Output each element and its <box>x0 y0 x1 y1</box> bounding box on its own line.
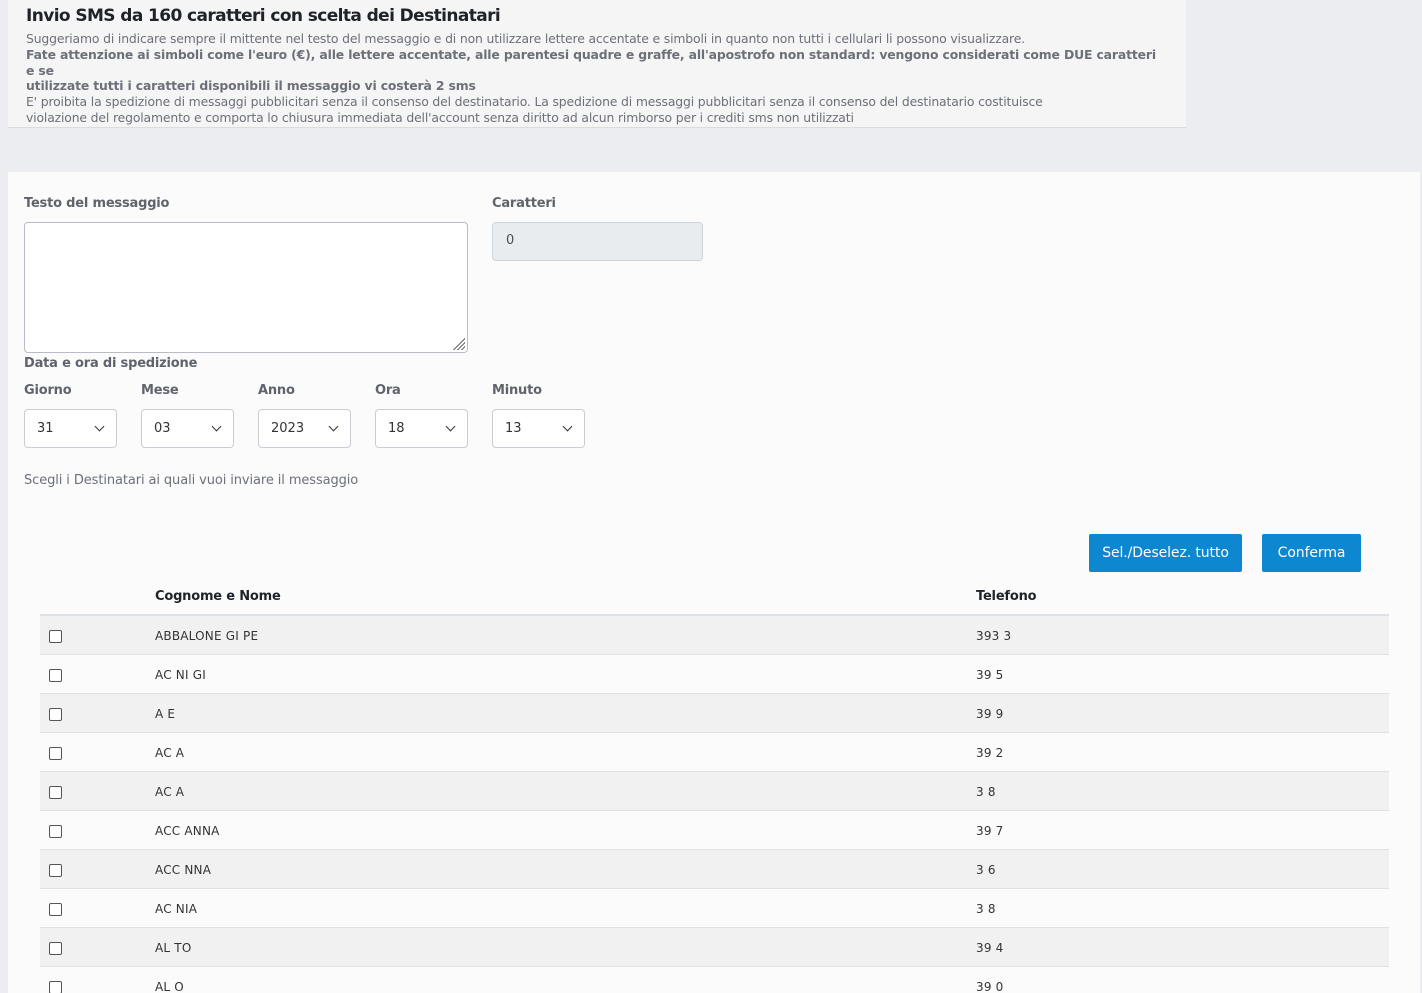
confirm-button[interactable]: Conferma <box>1262 534 1361 572</box>
row-phone: 3 8 <box>976 785 996 799</box>
hour-value: 18 <box>388 421 405 436</box>
char-count-field: 0 <box>492 222 703 261</box>
day-label: Giorno <box>24 383 72 398</box>
table-row: AL TO 39 4 <box>40 928 1389 967</box>
row-name: ABBALONE GI PE <box>155 629 259 643</box>
row-phone: 3 8 <box>976 902 996 916</box>
row-checkbox[interactable] <box>49 903 62 916</box>
row-phone: 39 9 <box>976 707 1004 721</box>
minute-label: Minuto <box>492 383 542 398</box>
row-name: ACC NNA <box>155 863 212 877</box>
chevron-down-icon <box>328 421 339 432</box>
chevron-down-icon <box>445 421 456 432</box>
info-line-1: Suggeriamo di indicare sempre il mittent… <box>26 31 1025 46</box>
row-checkbox[interactable] <box>49 708 62 721</box>
row-name: AL TO <box>155 941 192 955</box>
row-name: AL O <box>155 980 184 993</box>
year-label: Anno <box>258 383 295 398</box>
day-value: 31 <box>37 421 54 436</box>
hour-label: Ora <box>375 383 401 398</box>
chevron-down-icon <box>94 421 105 432</box>
info-panel: Invio SMS da 160 caratteri con scelta de… <box>8 0 1186 128</box>
minute-value: 13 <box>505 421 522 436</box>
col-name-header: Cognome e Nome <box>155 589 281 604</box>
row-name: AC NIA <box>155 902 198 916</box>
row-checkbox[interactable] <box>49 747 62 760</box>
year-value: 2023 <box>271 421 305 436</box>
day-select[interactable]: 31 <box>24 409 117 448</box>
message-label: Testo del messaggio <box>24 196 170 211</box>
row-phone: 39 7 <box>976 824 1004 838</box>
recipients-hint: Scegli i Destinatari ai quali vuoi invia… <box>24 473 359 488</box>
sms-form: Testo del messaggio Caratteri 0 Data e o… <box>8 172 1420 993</box>
schedule-label: Data e ora di spedizione <box>24 356 198 371</box>
year-select[interactable]: 2023 <box>258 409 351 448</box>
table-row: AC NI GI 39 5 <box>40 655 1389 694</box>
info-line-2: Fate attenzione ai simboli come l'euro (… <box>26 46 1156 78</box>
row-name: AC NI GI <box>155 668 206 682</box>
recipients-table: Cognome e Nome Telefono ABBALONE GI PE 39… <box>40 580 1389 993</box>
row-phone: 39 5 <box>976 668 1004 682</box>
row-checkbox[interactable] <box>49 669 62 682</box>
table-row: AL O 39 0 <box>40 967 1389 993</box>
chevron-down-icon <box>562 421 573 432</box>
info-line-5: violazione del regolamento e comporta lo… <box>26 109 854 125</box>
row-phone: 39 0 <box>976 980 1004 993</box>
table-row: A E 39 9 <box>40 694 1389 733</box>
hour-select[interactable]: 18 <box>375 409 468 448</box>
resize-grip-icon[interactable] <box>453 338 465 350</box>
month-select[interactable]: 03 <box>141 409 234 448</box>
table-row: ACC NNA 3 6 <box>40 850 1389 889</box>
row-phone: 39 4 <box>976 941 1004 955</box>
month-label: Mese <box>141 383 179 398</box>
page-title: Invio SMS da 160 caratteri con scelta de… <box>26 6 501 26</box>
table-row: AC A 3 8 <box>40 772 1389 811</box>
col-phone-header: Telefono <box>976 589 1037 604</box>
row-name: AC A <box>155 785 185 799</box>
row-checkbox[interactable] <box>49 825 62 838</box>
table-header: Cognome e Nome Telefono <box>40 580 1389 616</box>
info-line-4: E' proibita la spedizione di messaggi pu… <box>26 94 1043 110</box>
row-phone: 393 3 <box>976 629 1012 643</box>
row-checkbox[interactable] <box>49 630 62 643</box>
table-row: AC A 39 2 <box>40 733 1389 772</box>
row-checkbox[interactable] <box>49 981 62 993</box>
row-checkbox[interactable] <box>49 942 62 955</box>
row-name: AC A <box>155 746 185 760</box>
table-row: ACC ANNA 39 7 <box>40 811 1389 850</box>
table-row: ABBALONE GI PE 393 3 <box>40 616 1389 655</box>
chevron-down-icon <box>211 421 222 432</box>
table-row: AC NIA 3 8 <box>40 889 1389 928</box>
minute-select[interactable]: 13 <box>492 409 585 448</box>
row-checkbox[interactable] <box>49 864 62 877</box>
select-all-button[interactable]: Sel./Deselez. tutto <box>1089 534 1242 572</box>
month-value: 03 <box>154 421 171 436</box>
row-name: ACC ANNA <box>155 824 220 838</box>
info-line-3: utilizzate tutti i caratteri disponibili… <box>26 78 476 94</box>
row-phone: 3 6 <box>976 863 996 877</box>
message-textarea[interactable] <box>24 222 468 353</box>
chars-label: Caratteri <box>492 196 556 211</box>
row-name: A E <box>155 707 176 721</box>
row-phone: 39 2 <box>976 746 1004 760</box>
row-checkbox[interactable] <box>49 786 62 799</box>
